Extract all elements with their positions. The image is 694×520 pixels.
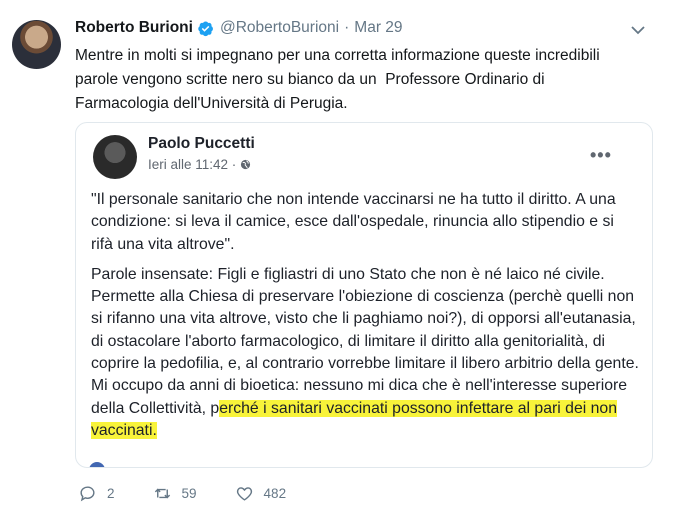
- quoted-post-time-text: Ieri alle 11:42 ·: [148, 157, 237, 172]
- more-options-icon: •••: [590, 145, 612, 165]
- quoted-post-time: Ieri alle 11:42 ·: [148, 157, 251, 172]
- verified-badge-icon: [198, 21, 213, 36]
- tweet-actions: 2 59 482: [78, 484, 324, 503]
- reply-icon: [80, 486, 95, 502]
- tweet-text: Mentre in molti si impegnano per una cor…: [75, 47, 600, 112]
- author-handle[interactable]: @RobertoBurioni: [220, 19, 339, 37]
- quoted-author-name: Paolo Puccetti: [148, 135, 255, 152]
- quoted-author-avatar: [93, 135, 137, 179]
- reaction-icon: [89, 462, 105, 467]
- author-name[interactable]: Roberto Burioni: [75, 19, 193, 37]
- quoted-paragraph-2-text: Parole insensate: Figli e figliastri di …: [91, 265, 639, 417]
- quoted-post-card[interactable]: Paolo Puccetti Ieri alle 11:42 · ••• "Il…: [75, 122, 653, 468]
- heart-icon: [236, 487, 252, 501]
- globe-icon: [241, 159, 251, 170]
- tweet-date[interactable]: Mar 29: [354, 19, 402, 37]
- retweet-button[interactable]: 59: [153, 484, 197, 503]
- tweet-header: Roberto Burioni @RobertoBurioni · Mar 29: [75, 16, 403, 40]
- author-avatar[interactable]: [12, 20, 61, 69]
- chevron-down-icon[interactable]: [628, 20, 648, 40]
- reply-count: 2: [107, 486, 115, 501]
- quoted-post-body: "Il personale sanitario che non intende …: [91, 189, 639, 450]
- quoted-paragraph-2: Parole insensate: Figli e figliastri di …: [91, 264, 639, 442]
- reply-button[interactable]: 2: [78, 484, 115, 503]
- tweet: Roberto Burioni @RobertoBurioni · Mar 29…: [0, 0, 694, 520]
- quoted-paragraph-1: "Il personale sanitario che non intende …: [91, 191, 616, 253]
- separator-dot: ·: [344, 19, 350, 36]
- like-count: 482: [263, 486, 287, 501]
- like-button[interactable]: 482: [235, 484, 287, 503]
- retweet-count: 59: [181, 486, 197, 501]
- retweet-icon: [154, 488, 170, 499]
